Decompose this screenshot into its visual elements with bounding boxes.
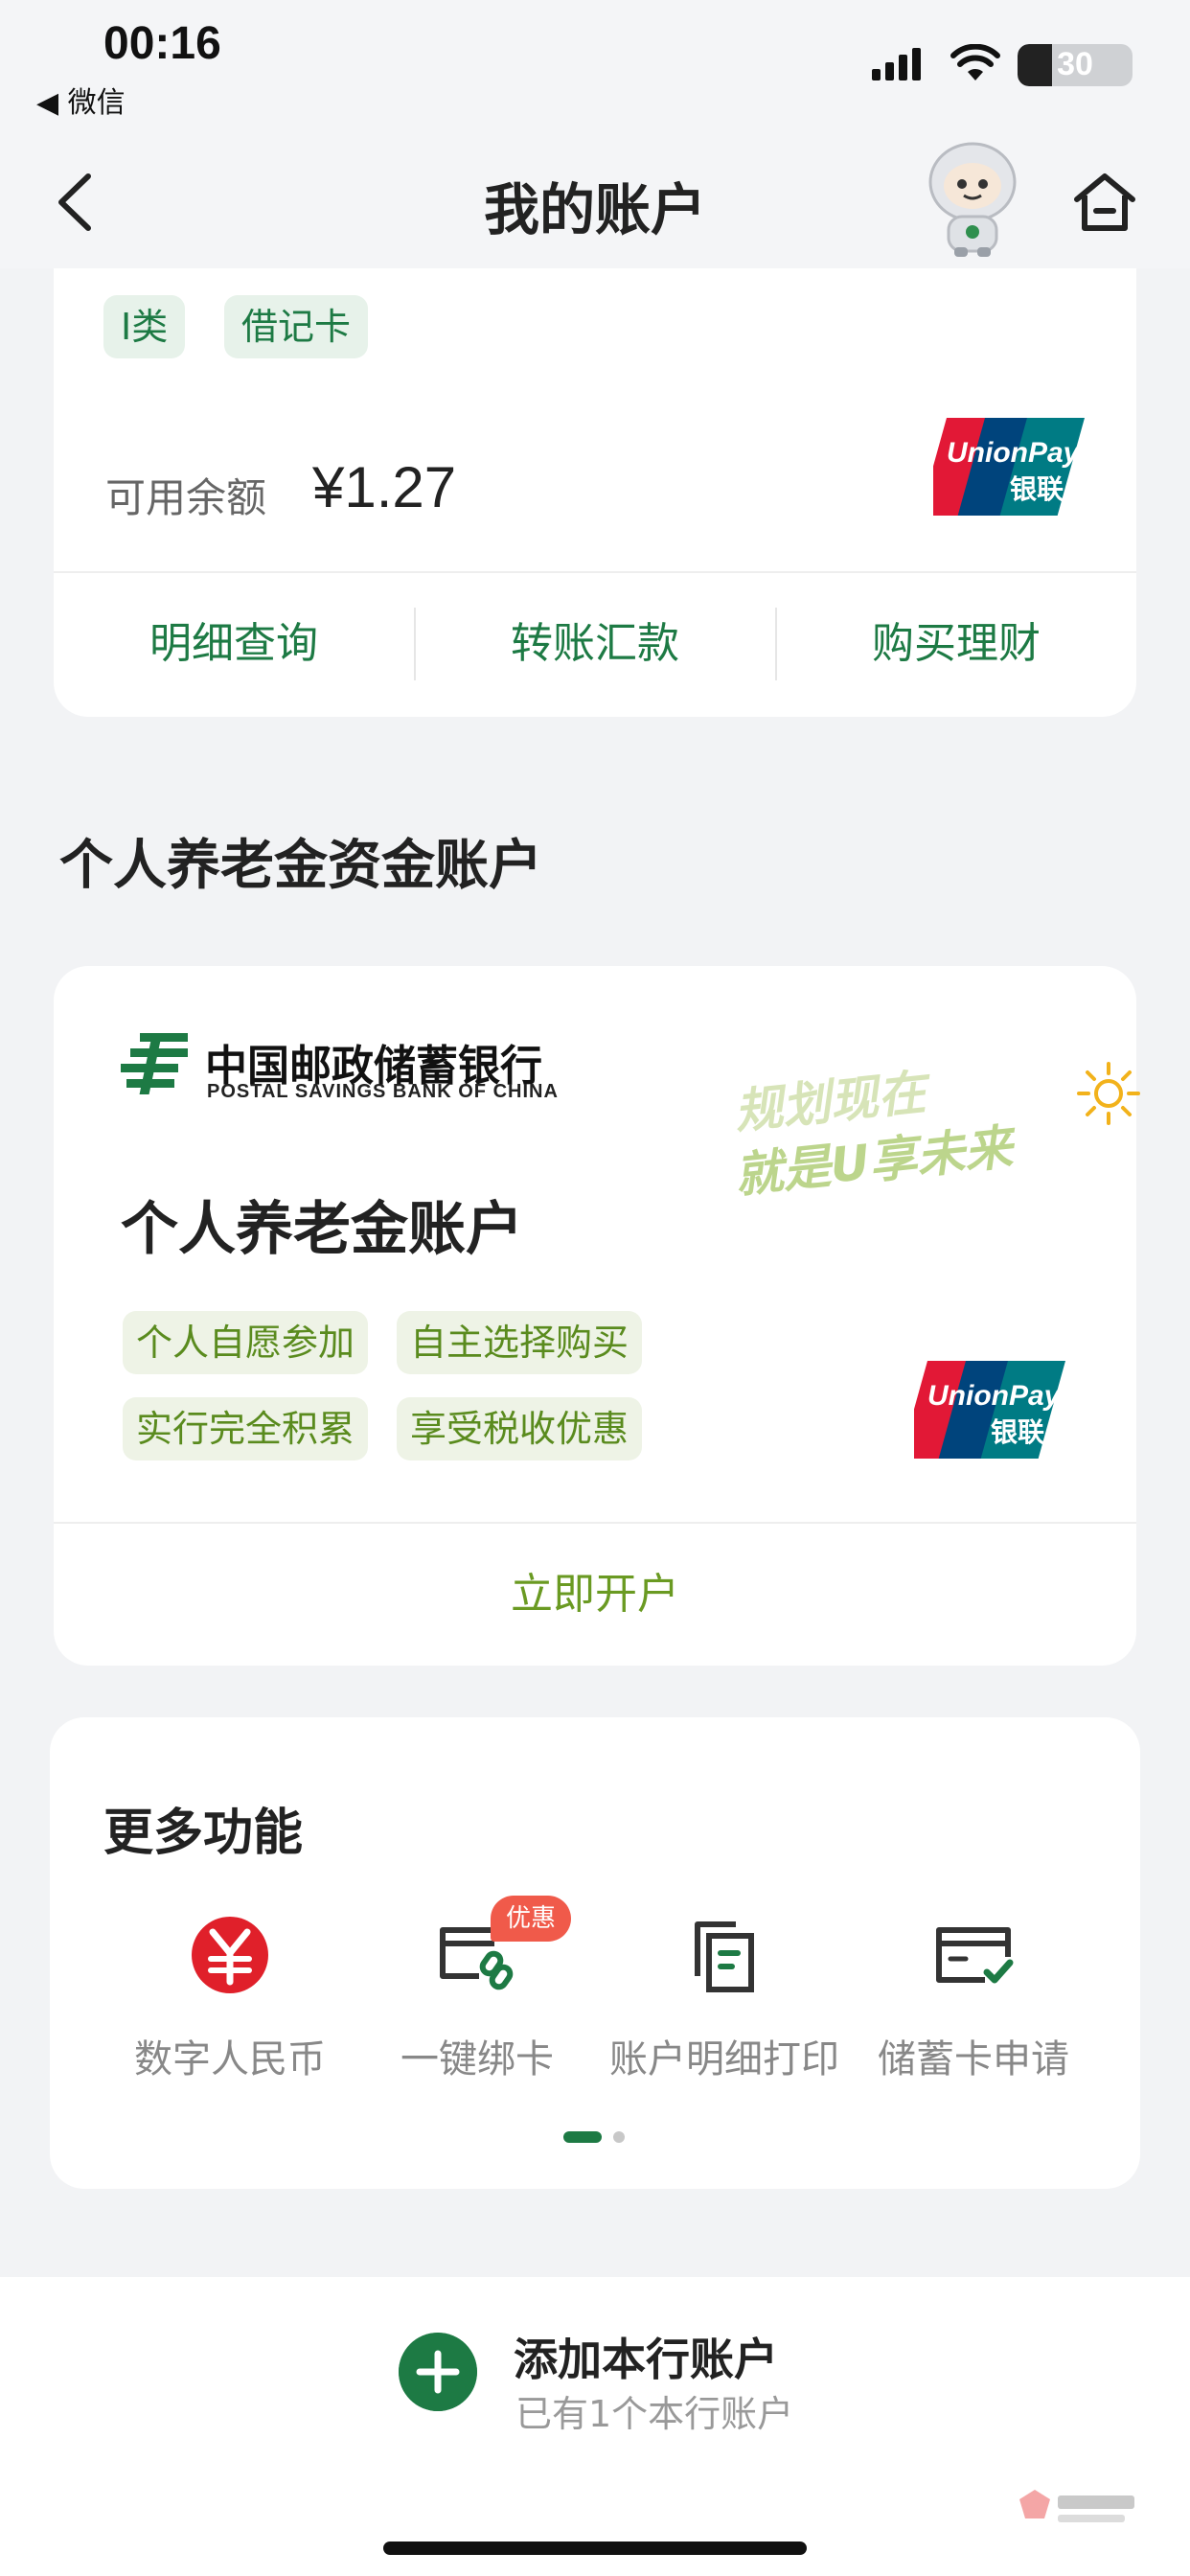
feature-tag: 享受税收优惠 — [397, 1397, 643, 1460]
feature-label: 账户明细打印 — [609, 2037, 839, 2082]
digital-rmb-button[interactable]: 数字人民币 — [105, 1909, 355, 2101]
back-to-app-link[interactable]: ◀ 微信 — [36, 79, 126, 121]
bank-name-english: POSTAL SAVINGS BANK OF CHINA — [207, 1081, 559, 1102]
sun-icon — [1077, 1062, 1140, 1125]
page-dot-active — [563, 2131, 602, 2143]
navigation-bar: 我的账户 — [0, 134, 1190, 268]
feature-tag: 个人自愿参加 — [123, 1311, 369, 1374]
home-indicator — [383, 2542, 807, 2555]
card-type-tag: 借记卡 — [224, 295, 369, 358]
transfer-button[interactable]: 转账汇款 — [415, 571, 775, 717]
cellular-signal-icon — [872, 48, 921, 80]
pension-section-title: 个人养老金资金账户 — [59, 835, 542, 897]
feature-label: 一键绑卡 — [400, 2037, 554, 2082]
robot-mascot-icon[interactable] — [920, 140, 1025, 259]
add-account-title[interactable]: 添加本行账户 — [514, 2325, 778, 2388]
feature-label: 数字人民币 — [134, 2037, 326, 2082]
print-statement-icon — [695, 1921, 754, 1992]
buy-wealth-button[interactable]: 购买理财 — [776, 571, 1136, 717]
watermark-logo-icon — [1019, 2490, 1134, 2522]
add-account-bar: 添加本行账户 已有1个本行账户 — [0, 2277, 1190, 2576]
print-statement-button[interactable]: 账户明细打印 — [600, 1909, 849, 2101]
more-features-title: 更多功能 — [103, 1805, 304, 1862]
slogan-graphic: 规划现在 就是U享未来 — [724, 1060, 1146, 1232]
open-account-button[interactable]: 立即开户 — [54, 1524, 1136, 1666]
unionpay-logo: UnionPay 银联 — [914, 1361, 1065, 1459]
card-apply-icon — [936, 1927, 1014, 1984]
feature-tag: 自主选择购买 — [397, 1311, 643, 1374]
pension-account-card: 中国邮政储蓄银行 POSTAL SAVINGS BANK OF CHINA 规划… — [54, 966, 1140, 1666]
digital-rmb-icon — [192, 1917, 268, 1993]
battery-percent: 30 — [1057, 46, 1093, 82]
balance-value: ¥1.27 — [312, 455, 457, 519]
promo-badge: 优惠 — [491, 1896, 572, 1942]
balance-label: 可用余额 — [105, 474, 267, 521]
card-apply-button[interactable]: 储蓄卡申请 — [849, 1909, 1098, 2101]
unionpay-logo: UnionPay 银联 — [933, 418, 1085, 516]
battery-indicator: 30 — [1018, 44, 1133, 86]
bind-card-button[interactable]: 一键绑卡 — [353, 1909, 602, 2101]
status-time: 00:16 — [103, 18, 221, 69]
add-account-button[interactable] — [399, 2333, 477, 2411]
card-class-tag: I类 — [103, 295, 186, 358]
status-icons: 30 — [826, 38, 1133, 90]
svg-text:银联: 银联 — [991, 1416, 1044, 1448]
psbc-emblem-icon — [121, 1033, 188, 1094]
svg-text:UnionPay: UnionPay — [927, 1380, 1062, 1412]
wifi-icon — [950, 44, 1000, 80]
pension-account-title: 个人养老金账户 — [121, 1196, 523, 1263]
home-icon[interactable] — [1071, 169, 1138, 236]
transaction-query-button[interactable]: 明细查询 — [54, 571, 414, 717]
more-features-card: 更多功能 数字人民币 一键绑卡 优惠 账户明细打印 储蓄卡申请 — [50, 1717, 1140, 2189]
page-dot — [613, 2131, 625, 2143]
feature-tag: 实行完全积累 — [123, 1397, 369, 1460]
add-account-subtitle: 已有1个本行账户 — [515, 2393, 794, 2435]
status-bar: 00:16 ◀ 微信 30 — [0, 0, 1190, 134]
feature-label: 储蓄卡申请 — [878, 2037, 1069, 2082]
svg-text:银联: 银联 — [1010, 473, 1064, 505]
debit-card: I类 借记卡 可用余额 ¥1.27 UnionPay 银联 明细查询 转账汇款 … — [54, 220, 1136, 717]
bank-logo: 中国邮政储蓄银行 POSTAL SAVINGS BANK OF CHINA — [121, 1029, 600, 1106]
svg-text:UnionPay: UnionPay — [947, 437, 1081, 469]
